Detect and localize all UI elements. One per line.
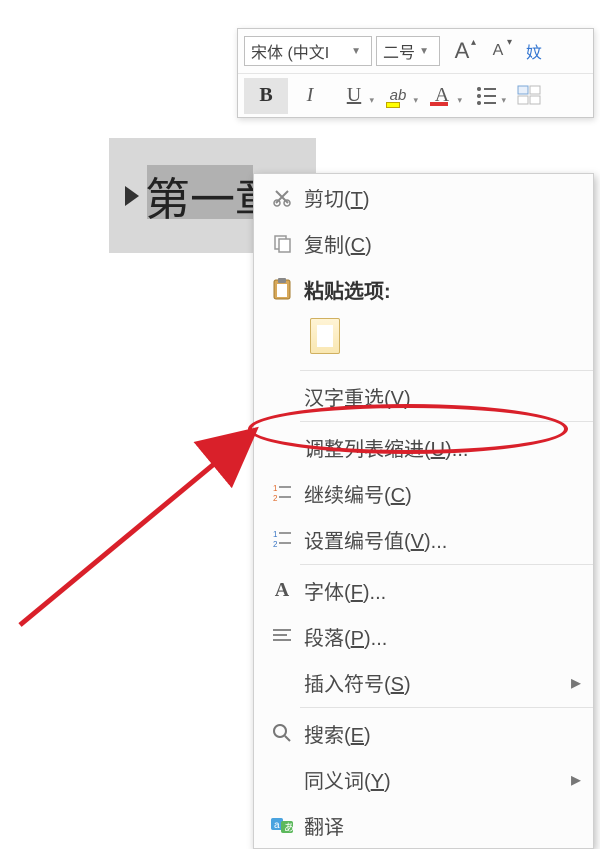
menu-label: 继续编号(C) (300, 479, 593, 508)
menu-item-thesaurus[interactable]: 同义词(Y) ▸ (254, 756, 593, 802)
menu-label: 插入符号(S) (300, 668, 571, 697)
continue-numbering-icon: 12 (264, 482, 300, 504)
shrink-font-icon: A (493, 42, 504, 60)
menu-separator (300, 707, 593, 708)
submenu-arrow-icon: ▸ (571, 670, 593, 695)
font-family-select[interactable]: 宋体 (中文I ▼ (244, 36, 372, 66)
menu-item-font[interactable]: A 字体(F)... (254, 567, 593, 613)
italic-icon: I (307, 84, 314, 107)
submenu-arrow-icon: ▸ (571, 767, 593, 792)
paragraph-icon (264, 627, 300, 645)
menu-item-search[interactable]: 搜索(E) (254, 710, 593, 756)
dropdown-arrow-icon: ▾ (457, 95, 462, 106)
font-color-swatch (430, 102, 448, 106)
context-menu: 剪切(T) 复制(C) 粘贴选项: 汉字重选(V) 调整列表缩进(U)... 1… (253, 173, 594, 849)
bold-button[interactable]: B (244, 78, 288, 114)
collapse-triangle-icon[interactable] (125, 186, 139, 206)
underline-icon: U (347, 84, 361, 107)
bullets-button[interactable]: ▾ (464, 78, 508, 114)
mini-toolbar: 宋体 (中文I ▼ 二号 ▼ A ▴ A ▾ 妏 B I U ▾ ab (237, 28, 594, 118)
bold-icon: B (259, 84, 272, 107)
dropdown-arrow-icon: ▼ (415, 46, 433, 57)
text-effects-button[interactable]: 妏 (516, 33, 552, 69)
font-color-button[interactable]: A ▾ (420, 78, 464, 114)
menu-label: 段落(P)... (300, 622, 593, 651)
menu-label: 字体(F)... (300, 576, 593, 605)
menu-label: 调整列表缩进(U)... (300, 433, 593, 462)
text-effects-icon: 妏 (526, 39, 542, 63)
menu-label: 同义词(Y) (300, 765, 571, 794)
svg-text:a: a (274, 820, 280, 831)
annotation-arrow (10, 405, 280, 635)
set-numbering-icon: 12 (264, 528, 300, 550)
caret-up-icon: ▴ (471, 37, 476, 48)
menu-item-insert-symbol[interactable]: 插入符号(S) ▸ (254, 659, 593, 705)
menu-label: 剪切(T) (300, 183, 593, 212)
styles-button[interactable] (508, 78, 552, 114)
menu-label: 粘贴选项: (300, 275, 593, 304)
caret-down-icon: ▾ (507, 37, 512, 48)
menu-item-paste-options-header: 粘贴选项: (254, 266, 593, 312)
mini-toolbar-row-2: B I U ▾ ab ▾ A ▾ ▾ (238, 73, 593, 117)
menu-item-cut[interactable]: 剪切(T) (254, 174, 593, 220)
menu-label: 汉字重选(V) (300, 382, 593, 411)
translate-icon: aあ (264, 815, 300, 835)
grow-font-button[interactable]: A ▴ (444, 33, 480, 69)
menu-item-paragraph[interactable]: 段落(P)... (254, 613, 593, 659)
menu-separator (300, 564, 593, 565)
dropdown-arrow-icon: ▾ (501, 95, 506, 106)
font-family-value: 宋体 (中文I (251, 39, 329, 63)
highlight-button[interactable]: ab ▾ (376, 78, 420, 114)
copy-icon (264, 233, 300, 253)
svg-text:あ: あ (284, 822, 294, 834)
menu-label: 设置编号值(V)... (300, 525, 593, 554)
dropdown-arrow-icon: ▾ (413, 95, 418, 106)
menu-label: 搜索(E) (300, 719, 593, 748)
underline-button[interactable]: U ▾ (332, 78, 376, 114)
menu-item-continue-numbering[interactable]: 12 继续编号(C) (254, 470, 593, 516)
grow-font-icon: A (455, 38, 470, 64)
font-size-value: 二号 (383, 39, 415, 63)
mini-toolbar-row-1: 宋体 (中文I ▼ 二号 ▼ A ▴ A ▾ 妏 (238, 29, 593, 73)
menu-label: 复制(C) (300, 229, 593, 258)
menu-separator (300, 421, 593, 422)
font-dialog-icon: A (264, 579, 300, 602)
italic-button[interactable]: I (288, 78, 332, 114)
svg-text:2: 2 (273, 494, 278, 503)
menu-item-copy[interactable]: 复制(C) (254, 220, 593, 266)
dropdown-arrow-icon: ▼ (347, 46, 365, 57)
menu-item-set-numbering-value[interactable]: 12 设置编号值(V)... (254, 516, 593, 562)
styles-icon (517, 85, 543, 107)
svg-text:2: 2 (273, 540, 278, 549)
dropdown-arrow-icon: ▾ (369, 95, 374, 106)
font-size-select[interactable]: 二号 ▼ (376, 36, 440, 66)
scissors-icon (264, 187, 300, 207)
clipboard-icon (264, 277, 300, 301)
menu-item-hanzi-reselect[interactable]: 汉字重选(V) (254, 373, 593, 419)
highlight-color-swatch (386, 102, 400, 108)
bullets-icon (477, 87, 496, 105)
search-icon (264, 723, 300, 743)
svg-text:1: 1 (273, 484, 278, 493)
menu-item-paste-option[interactable] (254, 312, 593, 368)
menu-separator (300, 370, 593, 371)
paste-keep-formatting-icon[interactable] (310, 318, 340, 354)
menu-label: 翻译 (300, 811, 593, 840)
menu-item-translate[interactable]: aあ 翻译 (254, 802, 593, 848)
svg-text:1: 1 (273, 530, 278, 539)
menu-item-adjust-list-indent[interactable]: 调整列表缩进(U)... (254, 424, 593, 470)
shrink-font-button[interactable]: A ▾ (480, 33, 516, 69)
